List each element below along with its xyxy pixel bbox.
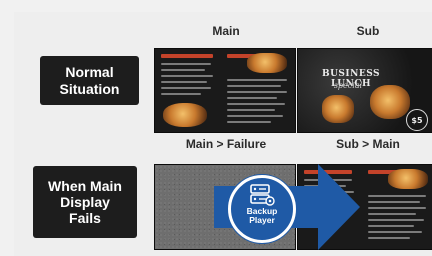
burger-image [370, 85, 410, 119]
failover-arrow-head [318, 164, 360, 250]
sub-display-normal: BUSINESS LUNCH special $5 [297, 48, 432, 133]
sub-main-label: Sub > Main [336, 137, 400, 151]
main-display-normal [154, 48, 296, 133]
sub-script: special [333, 81, 363, 90]
server-icon [250, 184, 275, 206]
main-column-label: Main [212, 24, 240, 38]
food-image [247, 53, 287, 73]
normal-situation-label: Normal Situation [40, 56, 139, 105]
backup-player-label: Backup Player [246, 206, 278, 225]
normal-situation-text: Normal Situation [59, 64, 120, 97]
fries-image [163, 103, 207, 127]
main-fails-label: When Main Display Fails [33, 166, 137, 238]
backup-player-badge: Backup Player [228, 175, 296, 243]
sub-column-label: Sub [356, 24, 380, 38]
main-fails-text: When Main Display Fails [48, 177, 122, 227]
main-failure-label: Main > Failure [185, 137, 267, 151]
price-badge: $5 [406, 109, 428, 131]
fries-image [322, 95, 354, 123]
food-image [388, 169, 428, 189]
